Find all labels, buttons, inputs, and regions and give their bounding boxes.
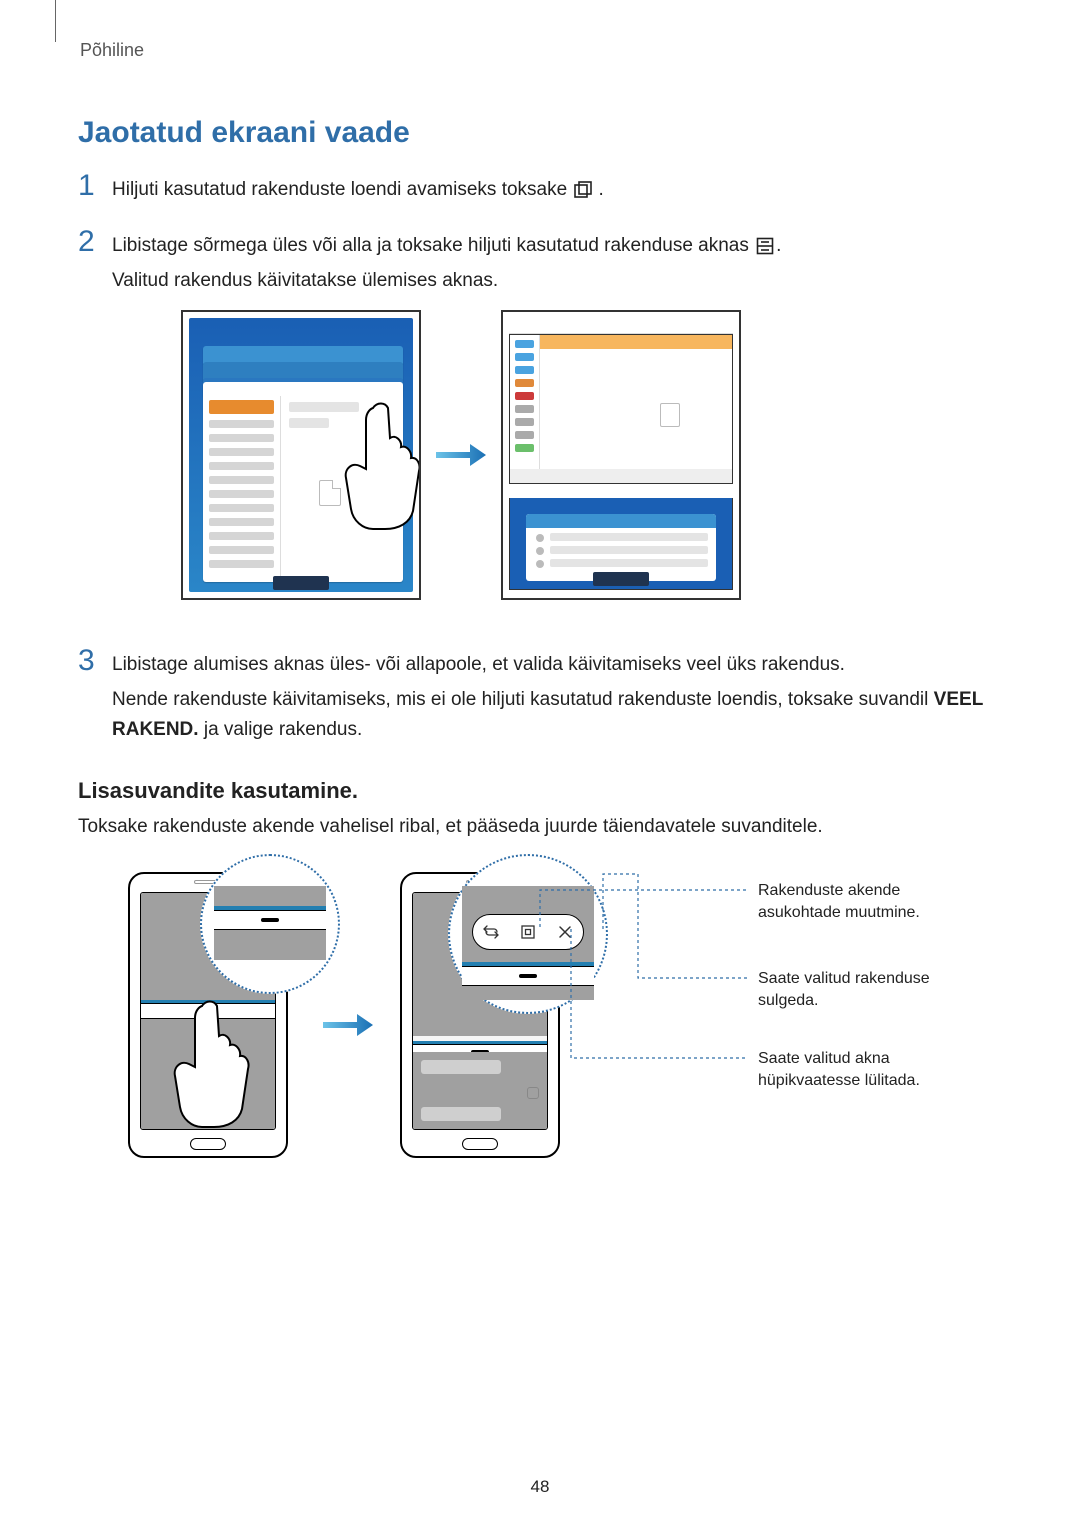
step-3-line1: Libistage alumises aknas üles- või allap…: [112, 650, 1000, 679]
step-2-text: Libistage sõrmega üles või alla ja toksa…: [112, 231, 1000, 296]
step-3-line2: Nende rakenduste käivitamiseks, mis ei o…: [112, 685, 1000, 744]
step-3-number: 3: [78, 644, 95, 678]
step-3-line2-pre: Nende rakenduste käivitamiseks, mis ei o…: [112, 689, 934, 710]
step-2: 2 Libistage sõrmega üles või alla ja tok…: [78, 231, 1000, 296]
file-icon: [319, 480, 341, 506]
header-rule: [55, 0, 56, 42]
step-1-text-post: .: [598, 179, 603, 200]
step-1-text-pre: Hiljuti kasutatud rakenduste loendi avam…: [112, 179, 572, 200]
close-window-icon: [555, 922, 575, 942]
zoom-split-divider: [200, 854, 340, 994]
home-button-icon: [462, 1138, 498, 1150]
hand-gesture-icon: [172, 998, 252, 1133]
arrow-right-icon: [436, 440, 486, 470]
file-icon: [660, 403, 680, 427]
step-3-text: Libistage alumises aknas üles- või allap…: [112, 650, 1000, 744]
step-2-line2: Valitud rakendus käivitatakse ülemises a…: [112, 266, 1000, 295]
figure-recent-apps-to-split: [181, 310, 741, 600]
more-apps-label: [669, 470, 729, 482]
close-all-button: [273, 576, 329, 590]
page-number: 48: [0, 1477, 1080, 1497]
step-2-line1-post: .: [776, 235, 781, 256]
swap-windows-icon: [481, 922, 501, 942]
tablet-after: [501, 310, 741, 600]
step-1-number: 1: [78, 169, 95, 203]
step-3-line2-post: ja valige rakendus.: [199, 719, 363, 740]
step-1-text: Hiljuti kasutatud rakenduste loendi avam…: [112, 175, 1000, 204]
subheading-body: Toksake rakenduste akende vahelisel riba…: [78, 816, 1000, 838]
subheading-extra-options: Lisasuvandite kasutamine.: [78, 778, 358, 804]
annotation-popup: Saate valitud akna hüpikvaatesse lülitad…: [758, 1048, 968, 1091]
close-all-button: [593, 572, 649, 586]
recent-apps-icon: [574, 181, 596, 199]
popup-view-icon: [518, 922, 538, 942]
step-2-number: 2: [78, 225, 95, 259]
home-button-icon: [190, 1138, 226, 1150]
arrow-right-icon: [322, 1010, 374, 1040]
annotation-close: Saate valitud rakenduse sulgeda.: [758, 968, 988, 1011]
step-3: 3 Libistage alumises aknas üles- või all…: [78, 650, 1000, 744]
header-section-label: Põhiline: [80, 40, 144, 61]
zoom-options-pill: [448, 854, 608, 1014]
page-heading: Jaotatud ekraani vaade: [78, 116, 410, 150]
tablet-before: [181, 310, 421, 600]
step-1: 1 Hiljuti kasutatud rakenduste loendi av…: [78, 175, 1000, 204]
step-2-line1-pre: Libistage sõrmega üles või alla ja toksa…: [112, 235, 754, 256]
hand-gesture-icon: [343, 400, 421, 530]
figure-split-bar-options: Rakenduste akende asukohtade muutmine. S…: [128, 862, 868, 1192]
split-screen-icon: [756, 237, 774, 255]
annotation-swap: Rakenduste akende asukohtade muutmine.: [758, 880, 958, 923]
